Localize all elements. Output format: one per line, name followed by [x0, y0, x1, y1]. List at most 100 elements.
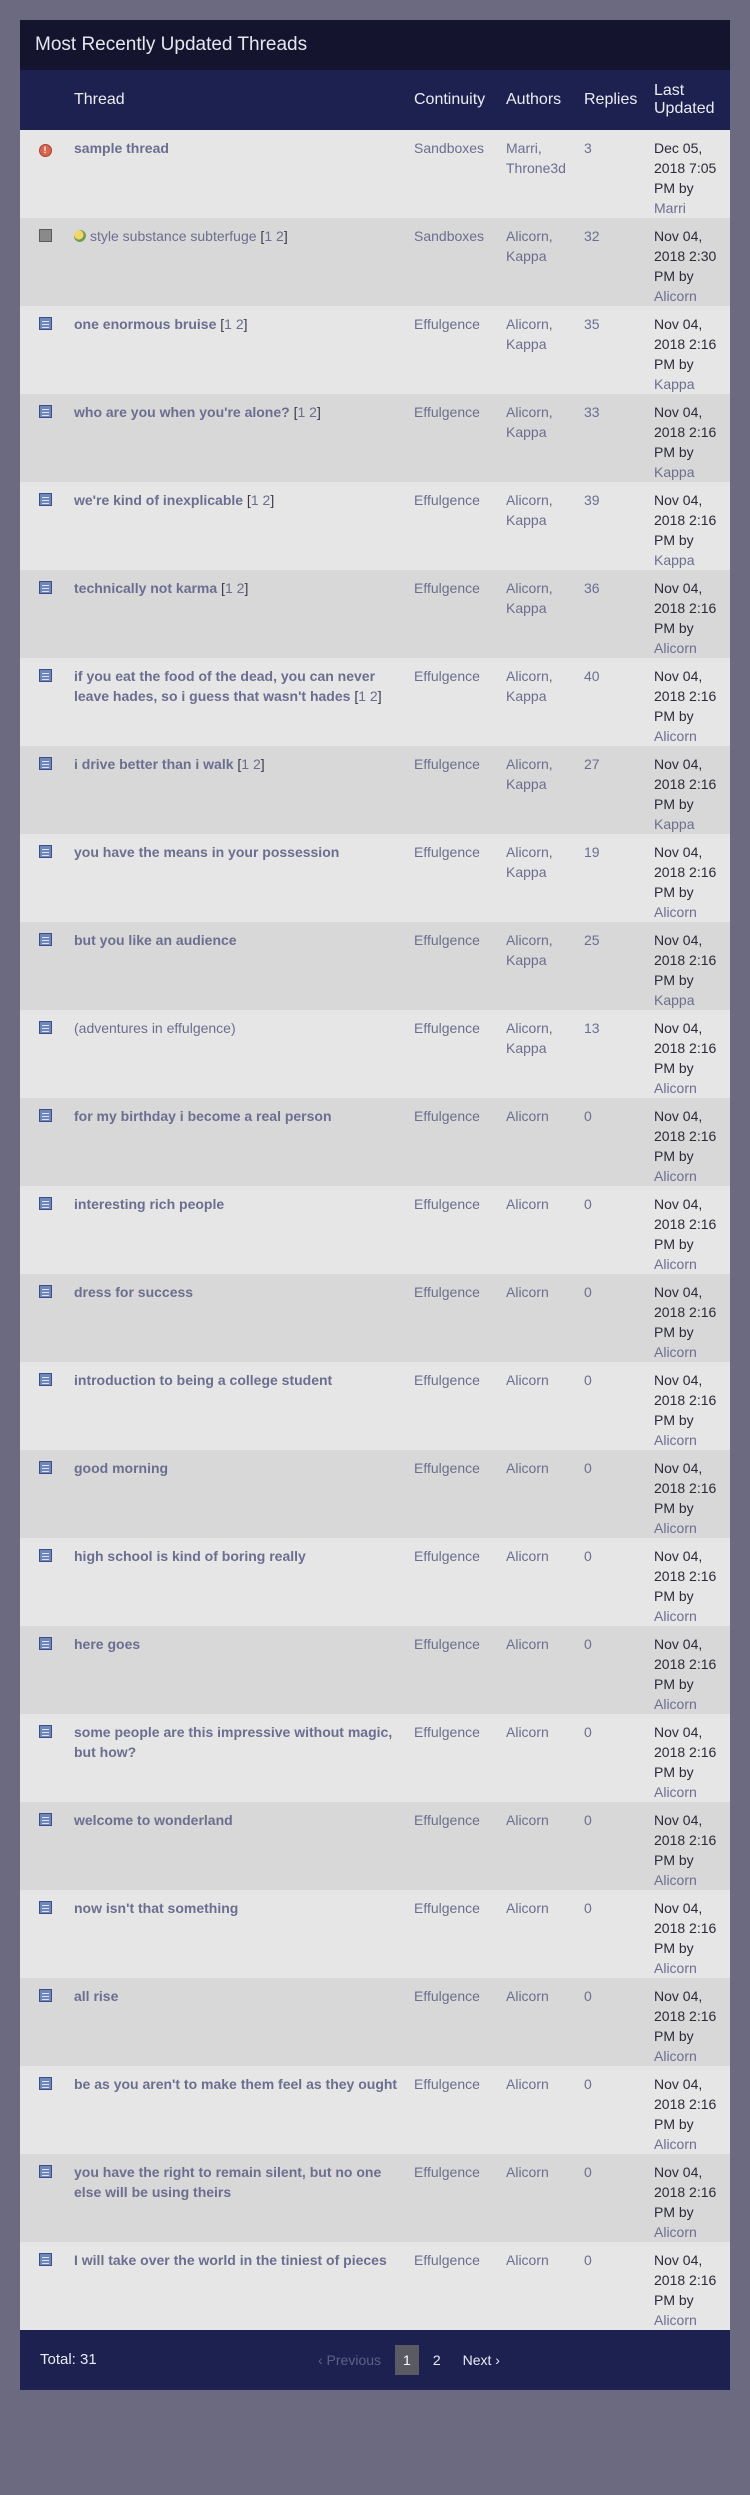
continuity-link[interactable]: Effulgence [414, 2252, 480, 2268]
thread-title-link[interactable]: you have the right to remain silent, but… [74, 2164, 381, 2200]
author-link[interactable]: Alicorn [506, 756, 549, 772]
continuity-link[interactable]: Effulgence [414, 1724, 480, 1740]
author-link[interactable]: Throne3d [506, 160, 566, 176]
thread-title-link[interactable]: i drive better than i walk [74, 756, 234, 772]
thread-page-link[interactable]: 2 [236, 316, 244, 332]
last-poster-link[interactable]: Alicorn [654, 728, 697, 744]
author-link[interactable]: Alicorn [506, 1900, 549, 1916]
post-icon[interactable] [38, 1285, 52, 1298]
continuity-link[interactable]: Effulgence [414, 1372, 480, 1388]
last-poster-link[interactable]: Alicorn [654, 1256, 697, 1272]
last-poster-link[interactable]: Kappa [654, 464, 694, 480]
author-link[interactable]: Alicorn [506, 1020, 549, 1036]
continuity-link[interactable]: Effulgence [414, 580, 480, 596]
page-2-link[interactable]: 2 [425, 2345, 449, 2375]
post-icon[interactable] [38, 405, 52, 418]
last-poster-link[interactable]: Kappa [654, 552, 694, 568]
author-link[interactable]: Alicorn [506, 1372, 549, 1388]
thread-title-link[interactable]: style substance subterfuge [90, 228, 257, 244]
continuity-link[interactable]: Effulgence [414, 844, 480, 860]
continuity-link[interactable]: Effulgence [414, 1020, 480, 1036]
author-link[interactable]: Alicorn [506, 316, 549, 332]
post-icon[interactable] [38, 845, 52, 858]
last-poster-link[interactable]: Alicorn [654, 2136, 697, 2152]
continuity-link[interactable]: Effulgence [414, 1812, 480, 1828]
last-poster-link[interactable]: Kappa [654, 376, 694, 392]
author-link[interactable]: Alicorn [506, 844, 549, 860]
author-link[interactable]: Kappa [506, 776, 546, 792]
thread-page-link[interactable]: 1 [264, 228, 272, 244]
thread-title-link[interactable]: dress for success [74, 1284, 193, 1300]
author-link[interactable]: Kappa [506, 248, 546, 264]
continuity-link[interactable]: Effulgence [414, 492, 480, 508]
last-poster-link[interactable]: Marri [654, 200, 686, 216]
thread-title-link[interactable]: who are you when you're alone? [74, 404, 290, 420]
last-poster-link[interactable]: Alicorn [654, 904, 697, 920]
author-link[interactable]: Kappa [506, 952, 546, 968]
post-icon[interactable] [38, 1461, 52, 1474]
thread-title-link[interactable]: now isn't that something [74, 1900, 238, 1916]
author-link[interactable]: Alicorn [506, 1460, 549, 1476]
author-link[interactable]: Kappa [506, 336, 546, 352]
last-poster-link[interactable]: Alicorn [654, 1520, 697, 1536]
gray-post-icon[interactable] [38, 229, 52, 242]
author-link[interactable]: Alicorn [506, 2164, 549, 2180]
post-icon[interactable] [38, 2165, 52, 2178]
author-link[interactable]: Kappa [506, 512, 546, 528]
author-link[interactable]: Alicorn [506, 1988, 549, 2004]
author-link[interactable]: Alicorn [506, 1724, 549, 1740]
last-poster-link[interactable]: Alicorn [654, 2224, 697, 2240]
author-link[interactable]: Kappa [506, 424, 546, 440]
thread-title-link[interactable]: interesting rich people [74, 1196, 224, 1212]
post-icon[interactable] [38, 317, 52, 330]
thread-page-link[interactable]: 2 [253, 756, 261, 772]
thread-title-link[interactable]: one enormous bruise [74, 316, 216, 332]
last-poster-link[interactable]: Alicorn [654, 1784, 697, 1800]
author-link[interactable]: Alicorn [506, 492, 549, 508]
continuity-link[interactable]: Effulgence [414, 1988, 480, 2004]
post-icon[interactable] [38, 1637, 52, 1650]
last-poster-link[interactable]: Alicorn [654, 640, 697, 656]
author-link[interactable]: Alicorn [506, 580, 549, 596]
post-icon[interactable] [38, 493, 52, 506]
thread-page-link[interactable]: 2 [263, 492, 271, 508]
thread-page-link[interactable]: 1 [358, 688, 366, 704]
thread-title-link[interactable]: you have the means in your possession [74, 844, 339, 860]
thread-page-link[interactable]: 2 [237, 580, 245, 596]
continuity-link[interactable]: Effulgence [414, 1548, 480, 1564]
continuity-link[interactable]: Effulgence [414, 1900, 480, 1916]
thread-title-link[interactable]: high school is kind of boring really [74, 1548, 306, 1564]
continuity-link[interactable]: Effulgence [414, 1108, 480, 1124]
post-icon[interactable] [38, 1109, 52, 1122]
thread-title-link[interactable]: for my birthday i become a real person [74, 1108, 332, 1124]
last-poster-link[interactable]: Alicorn [654, 288, 697, 304]
last-poster-link[interactable]: Alicorn [654, 1696, 697, 1712]
thread-title-link[interactable]: sample thread [74, 140, 169, 156]
thread-title-link[interactable]: we're kind of inexplicable [74, 492, 243, 508]
post-icon[interactable] [38, 1725, 52, 1738]
post-icon[interactable] [38, 1813, 52, 1826]
author-link[interactable]: Alicorn [506, 1812, 549, 1828]
post-icon[interactable] [38, 1021, 52, 1034]
alert-icon[interactable]: ! [38, 144, 52, 157]
thread-title-link[interactable]: here goes [74, 1636, 140, 1652]
author-link[interactable]: Kappa [506, 600, 546, 616]
thread-title-link[interactable]: technically not karma [74, 580, 217, 596]
last-poster-link[interactable]: Alicorn [654, 2312, 697, 2328]
continuity-link[interactable]: Effulgence [414, 1636, 480, 1652]
author-link[interactable]: Alicorn [506, 404, 549, 420]
last-poster-link[interactable]: Alicorn [654, 2048, 697, 2064]
author-link[interactable]: Alicorn [506, 1284, 549, 1300]
continuity-link[interactable]: Effulgence [414, 1196, 480, 1212]
continuity-link[interactable]: Sandboxes [414, 140, 484, 156]
author-link[interactable]: Alicorn [506, 2252, 549, 2268]
continuity-link[interactable]: Effulgence [414, 404, 480, 420]
thread-page-link[interactable]: 1 [241, 756, 249, 772]
continuity-link[interactable]: Effulgence [414, 756, 480, 772]
post-icon[interactable] [38, 1373, 52, 1386]
post-icon[interactable] [38, 933, 52, 946]
author-link[interactable]: Alicorn [506, 1108, 549, 1124]
author-link[interactable]: Alicorn [506, 1548, 549, 1564]
author-link[interactable]: Kappa [506, 864, 546, 880]
post-icon[interactable] [38, 1901, 52, 1914]
